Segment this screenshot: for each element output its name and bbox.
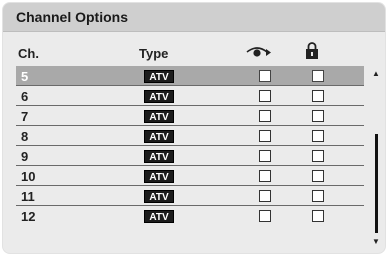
lock-checkbox[interactable] bbox=[312, 170, 324, 182]
skip-checkbox[interactable] bbox=[259, 70, 271, 82]
type-badge: ATV bbox=[144, 170, 174, 183]
channel-options-panel: Channel Options Ch. Type 5 ATV 6 ATV 7 A… bbox=[3, 3, 385, 253]
skip-checkbox[interactable] bbox=[259, 150, 271, 162]
lock-checkbox[interactable] bbox=[312, 110, 324, 122]
channel-row-12[interactable]: 12 ATV bbox=[16, 206, 364, 226]
channel-number: 12 bbox=[21, 209, 36, 224]
type-badge: ATV bbox=[144, 110, 174, 123]
channel-number: 10 bbox=[21, 169, 36, 184]
lock-checkbox[interactable] bbox=[312, 150, 324, 162]
title-bar: Channel Options bbox=[3, 3, 385, 32]
lock-checkbox[interactable] bbox=[312, 70, 324, 82]
lock-checkbox[interactable] bbox=[312, 90, 324, 102]
channel-row-5[interactable]: 5 ATV bbox=[16, 66, 364, 86]
channel-number: 9 bbox=[21, 149, 29, 164]
type-badge: ATV bbox=[144, 210, 174, 223]
skip-eye-arrow-icon bbox=[246, 47, 271, 57]
channel-list: 5 ATV 6 ATV 7 ATV 8 ATV 9 ATV 10 ATV 11 … bbox=[16, 66, 364, 226]
channel-number: 8 bbox=[21, 129, 29, 144]
skip-checkbox[interactable] bbox=[259, 210, 271, 222]
padlock-icon bbox=[306, 42, 318, 59]
channel-number: 11 bbox=[21, 189, 35, 204]
channel-number: 6 bbox=[21, 89, 29, 104]
lock-checkbox[interactable] bbox=[312, 210, 324, 222]
channel-number: 7 bbox=[21, 109, 29, 124]
channel-row-10[interactable]: 10 ATV bbox=[16, 166, 364, 186]
scroll-down-icon[interactable]: ▼ bbox=[372, 237, 380, 246]
scrollbar-thumb[interactable] bbox=[375, 134, 378, 233]
panel-title: Channel Options bbox=[16, 9, 128, 25]
type-badge: ATV bbox=[144, 150, 174, 163]
column-header-type: Type bbox=[139, 46, 169, 61]
lock-checkbox[interactable] bbox=[312, 130, 324, 142]
channel-row-8[interactable]: 8 ATV bbox=[16, 126, 364, 146]
skip-checkbox[interactable] bbox=[259, 90, 271, 102]
channel-row-7[interactable]: 7 ATV bbox=[16, 106, 364, 126]
channel-row-6[interactable]: 6 ATV bbox=[16, 86, 364, 106]
type-badge: ATV bbox=[144, 90, 174, 103]
type-badge: ATV bbox=[144, 130, 174, 143]
skip-checkbox[interactable] bbox=[259, 130, 271, 142]
skip-checkbox[interactable] bbox=[259, 110, 271, 122]
channel-row-9[interactable]: 9 ATV bbox=[16, 146, 364, 166]
channel-row-11[interactable]: 11 ATV bbox=[16, 186, 364, 206]
channel-number: 5 bbox=[21, 69, 29, 84]
skip-checkbox[interactable] bbox=[259, 190, 271, 202]
type-badge: ATV bbox=[144, 70, 174, 83]
column-header-channel: Ch. bbox=[18, 46, 39, 61]
lock-checkbox[interactable] bbox=[312, 190, 324, 202]
skip-checkbox[interactable] bbox=[259, 170, 271, 182]
scroll-up-icon[interactable]: ▲ bbox=[372, 69, 380, 78]
type-badge: ATV bbox=[144, 190, 174, 203]
